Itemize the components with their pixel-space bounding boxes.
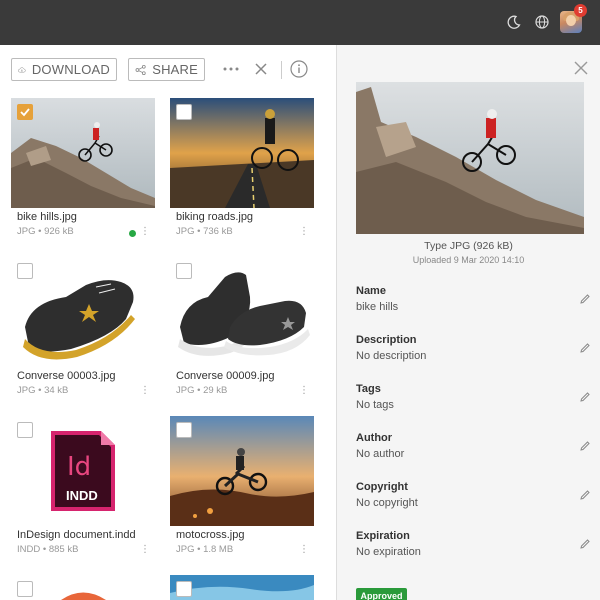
asset-menu-icon[interactable]: ⋮ (140, 385, 150, 396)
asset-card-partial[interactable] (11, 575, 161, 600)
asset-card-motocross[interactable]: motocross.jpg JPG • 1.8 MB ⋮ (170, 416, 320, 561)
field-value: No tags (356, 399, 394, 411)
asset-menu-icon[interactable]: ⋮ (140, 544, 150, 555)
asset-meta: INDD • 885 kB (17, 544, 79, 555)
select-checkbox[interactable] (176, 581, 192, 597)
close-selection-icon[interactable] (251, 59, 271, 79)
field-value: No description (356, 350, 427, 362)
field-label: Description (356, 334, 417, 346)
asset-name: biking roads.jpg (176, 211, 254, 223)
indd-icon-letters: Id (67, 452, 92, 482)
asset-card-bike-hills[interactable]: bike hills.jpg JPG • 926 kB ⋮ (11, 98, 161, 243)
select-checkbox[interactable] (17, 581, 33, 597)
field-value: No expiration (356, 546, 421, 558)
select-checkbox[interactable] (176, 422, 192, 438)
asset-uploaded: Uploaded 9 Mar 2020 14:10 (412, 255, 525, 265)
asset-menu-icon[interactable]: ⋮ (140, 226, 150, 237)
asset-meta: JPG • 1.8 MB (176, 544, 234, 555)
asset-card-biking-roads[interactable]: biking roads.jpg JPG • 736 kB ⋮ (170, 98, 320, 243)
download-button[interactable]: DOWNLOAD (11, 58, 117, 81)
notification-badge: 5 (574, 4, 587, 17)
select-checkbox[interactable] (17, 422, 33, 438)
download-label: DOWNLOAD (31, 62, 110, 77)
asset-meta: JPG • 29 kB (176, 385, 228, 396)
field-value: No author (356, 448, 405, 460)
toolbar: DOWNLOAD SHARE (0, 45, 337, 93)
indd-icon-ext: INDD (66, 488, 98, 503)
more-icon[interactable] (221, 59, 241, 79)
field-copyright: Copyright No copyright (356, 481, 591, 509)
field-label: Copyright (356, 481, 408, 493)
edit-expiration-icon[interactable] (579, 538, 591, 550)
edit-copyright-icon[interactable] (579, 489, 591, 501)
asset-name: bike hills.jpg (17, 211, 77, 223)
asset-details-panel: Type JPG (926 kB) Uploaded 9 Mar 2020 14… (337, 45, 600, 600)
edit-author-icon[interactable] (579, 440, 591, 452)
asset-card-partial[interactable] (170, 575, 320, 600)
edit-tags-icon[interactable] (579, 391, 591, 403)
field-label: Tags (356, 383, 381, 395)
moon-icon[interactable] (504, 12, 524, 32)
field-tags: Tags No tags (356, 383, 591, 411)
cloud-download-icon (18, 66, 26, 72)
field-label: Name (356, 285, 386, 297)
asset-card-indesign-document[interactable]: Id INDD InDesign document.indd INDD • 88… (11, 416, 161, 561)
asset-menu-icon[interactable]: ⋮ (299, 544, 309, 555)
edit-description-icon[interactable] (579, 342, 591, 354)
info-icon[interactable] (289, 59, 309, 79)
field-name: Name bike hills (356, 285, 591, 313)
toolbar-divider (281, 61, 282, 79)
status-dot (129, 230, 136, 237)
asset-preview-image (356, 82, 584, 234)
edit-name-icon[interactable] (579, 293, 591, 305)
asset-grid-panel: DOWNLOAD SHARE bike hills.jpg JPG • 926 … (0, 45, 337, 600)
asset-name: motocross.jpg (176, 529, 245, 541)
asset-card-converse-00009[interactable]: Converse 00009.jpg JPG • 29 kB ⋮ (170, 257, 320, 402)
asset-name: Converse 00003.jpg (17, 370, 116, 382)
field-value: No copyright (356, 497, 418, 509)
globe-icon[interactable] (532, 12, 552, 32)
field-expiration: Expiration No expiration (356, 530, 591, 558)
asset-name: Converse 00009.jpg (176, 370, 275, 382)
select-checkbox[interactable] (176, 104, 192, 120)
asset-meta: JPG • 34 kB (17, 385, 69, 396)
asset-name: InDesign document.indd (17, 529, 136, 541)
asset-menu-icon[interactable]: ⋮ (299, 226, 309, 237)
approval-status-badge[interactable]: Approved (356, 588, 407, 600)
select-checkbox[interactable] (17, 104, 33, 120)
field-description: Description No description (356, 334, 591, 362)
field-value: bike hills (356, 301, 399, 313)
select-checkbox[interactable] (176, 263, 192, 279)
asset-meta: JPG • 736 kB (176, 226, 233, 237)
asset-card-converse-00003[interactable]: Converse 00003.jpg JPG • 34 kB ⋮ (11, 257, 161, 402)
field-author: Author No author (356, 432, 591, 460)
share-icon (135, 64, 146, 75)
close-panel-icon[interactable] (574, 61, 588, 75)
field-label: Expiration (356, 530, 410, 542)
select-checkbox[interactable] (17, 263, 33, 279)
asset-type: Type JPG (926 kB) (424, 240, 513, 252)
top-bar: 5 (0, 0, 600, 45)
share-label: SHARE (152, 62, 198, 77)
share-button[interactable]: SHARE (128, 58, 205, 81)
asset-meta: JPG • 926 kB (17, 226, 74, 237)
field-label: Author (356, 432, 393, 444)
asset-menu-icon[interactable]: ⋮ (299, 385, 309, 396)
